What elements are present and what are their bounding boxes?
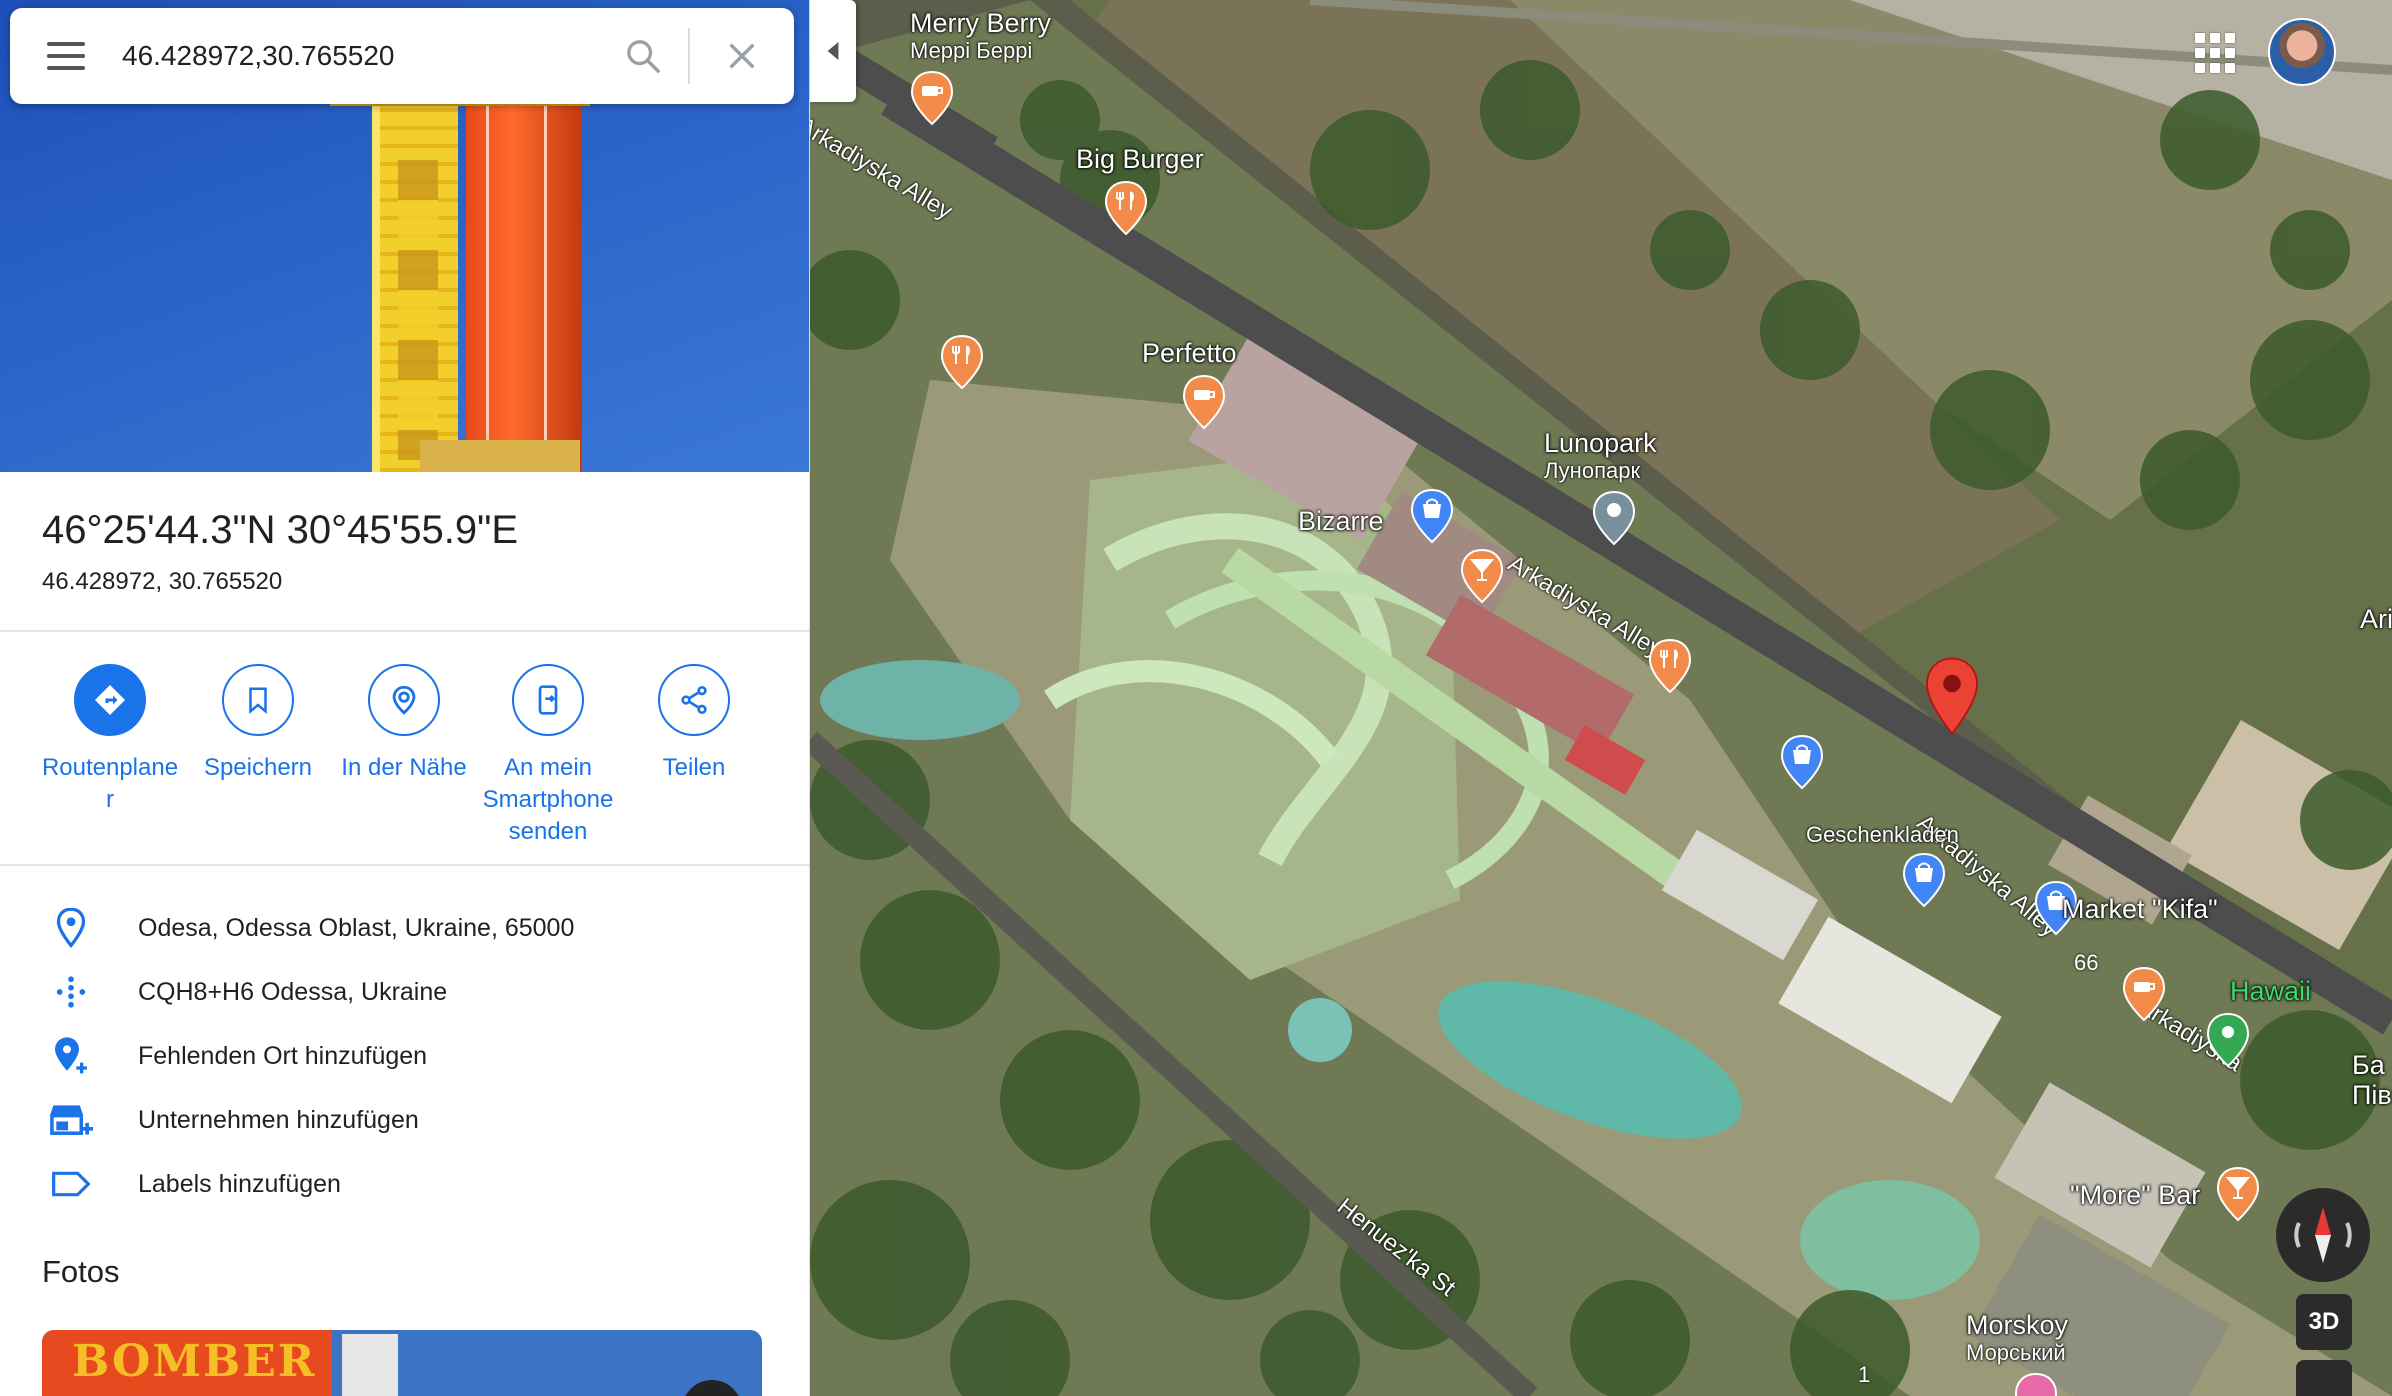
compass-icon [2294, 1207, 2352, 1263]
search-input[interactable] [122, 26, 598, 86]
satellite-map[interactable]: Arkadiyska Alley Arkadiyska Alley Arkadi… [810, 0, 2392, 1396]
photos-heading: Fotos [42, 1254, 120, 1289]
poi-ari-name[interactable]: Ari [2360, 604, 2392, 634]
poi-perfetto-name[interactable]: Perfetto [1142, 338, 1237, 368]
tower-base [420, 440, 580, 472]
poi-lunopark-sub: Лунопарк [1544, 458, 1641, 483]
bar-pin-icon[interactable] [1460, 548, 1504, 604]
menu-button[interactable] [10, 8, 122, 104]
poi-merry-berry-sub: Меррі Беррі [910, 38, 1033, 63]
house-number-1: 1 [1858, 1362, 1871, 1387]
add-labels-row[interactable]: Labels hinzufügen [0, 1152, 809, 1216]
label-icon [0, 1169, 138, 1199]
directions-label: Routenplane r [41, 754, 179, 813]
poi-more-bar-name[interactable]: "More" Bar [2070, 1180, 2200, 1210]
save-button[interactable]: Speichern [188, 664, 328, 784]
shopping-pin-icon[interactable] [1410, 488, 1454, 544]
3d-toggle-button[interactable]: 3D [2296, 1294, 2352, 1350]
restaurant-pin-icon[interactable] [1648, 638, 1692, 694]
share-button[interactable]: Teilen [624, 664, 764, 784]
directions-icon [74, 664, 146, 736]
plus-code-text: CQH8+H6 Odessa, Ukraine [138, 977, 448, 1006]
share-icon [658, 664, 730, 736]
cafe-pin-icon[interactable] [1182, 374, 1226, 430]
hotel-pin-icon[interactable] [2014, 1372, 2058, 1396]
location-pin-icon [0, 908, 138, 948]
poi-market-kifa-name[interactable]: Market "Kifa" [2062, 894, 2218, 924]
nearby-icon [368, 664, 440, 736]
photo-object [682, 1380, 742, 1396]
address-text: Odesa, Odessa Oblast, Ukraine, 65000 [138, 913, 575, 942]
add-business-row[interactable]: Unternehmen hinzufügen [0, 1088, 809, 1152]
page-title: 46°25'44.3"N 30°45'55.9"E [42, 508, 519, 552]
poi-merry-berry[interactable] [910, 70, 954, 126]
send-to-phone-button[interactable]: An mein Smartphone senden [478, 664, 618, 848]
selected-location-pin-icon[interactable] [1924, 656, 1980, 736]
add-business-icon [0, 1102, 138, 1138]
photo-thumbnail[interactable]: BOMBER [42, 1330, 762, 1396]
share-label: Teilen [662, 754, 726, 781]
add-location-icon [0, 1036, 138, 1076]
details-list: Odesa, Odessa Oblast, Ukraine, 65000 CQH… [0, 866, 809, 1198]
clear-search-button[interactable] [690, 8, 794, 104]
poi-hawaii-name[interactable]: Hawaii [2230, 976, 2311, 1006]
search-box [10, 8, 794, 104]
phone-icon [512, 664, 584, 736]
poi-morskoy-name[interactable]: Morskoy [1966, 1310, 2068, 1340]
directions-button[interactable]: Routenplane r [40, 664, 180, 816]
bookmark-icon [222, 664, 294, 736]
save-label: Speichern [203, 754, 313, 781]
close-icon [729, 43, 755, 69]
add-missing-place-row[interactable]: Fehlenden Ort hinzufügen [0, 1024, 809, 1088]
menu-icon [47, 42, 85, 70]
poi-ba-name[interactable]: Ба [2352, 1050, 2392, 1080]
nearby-button[interactable]: In der Nähe [334, 664, 474, 784]
chevron-left-icon [827, 42, 839, 60]
restaurant-pin-icon[interactable] [1104, 180, 1148, 236]
poi-geschenkladen-name[interactable]: Geschenkladen [1806, 822, 1959, 848]
poi-big-burger-name[interactable]: Big Burger [1076, 144, 1204, 174]
park-pin-icon[interactable] [2206, 1012, 2250, 1068]
restaurant-pin-icon[interactable] [940, 334, 984, 390]
shopping-pin-icon[interactable] [1780, 734, 1824, 790]
plus-code-icon [0, 975, 138, 1009]
photo-sign-text: BOMBER [72, 1336, 317, 1387]
tower-red [466, 60, 582, 472]
coordinates-section: 46°25'44.3"N 30°45'55.9"E 46.428972, 30.… [0, 472, 809, 632]
poi-morskoy-sub: Морський [1966, 1340, 2066, 1365]
poi-lunopark-name[interactable]: Lunopark [1544, 428, 1657, 458]
place-panel: 46°25'44.3"N 30°45'55.9"E 46.428972, 30.… [0, 0, 810, 1396]
cafe-pin-icon [910, 70, 954, 126]
compass-button[interactable] [2276, 1188, 2370, 1282]
poi-merry-berry-name: Merry Berry [910, 8, 1051, 38]
poi-bizarre-name[interactable]: Bizarre [1298, 506, 1384, 536]
poi-ba-sub: Пів [2352, 1080, 2392, 1110]
search-icon [627, 40, 660, 73]
address-row[interactable]: Odesa, Odessa Oblast, Ukraine, 65000 [0, 896, 809, 960]
action-buttons: Routenplane r Speichern In der Nähe An m… [0, 632, 809, 866]
photo-lamp [342, 1334, 398, 1396]
shopping-pin-icon[interactable] [1902, 852, 1946, 908]
street-view-button[interactable] [2296, 1360, 2352, 1396]
decimal-coordinates[interactable]: 46.428972, 30.765520 [42, 568, 282, 596]
add-missing-place-text: Fehlenden Ort hinzufügen [138, 1041, 428, 1070]
house-number-66: 66 [2074, 950, 2099, 975]
nearby-label: In der Nähe [341, 754, 467, 781]
send-to-phone-label: An mein Smartphone senden [482, 754, 614, 845]
cafe-pin-icon[interactable] [2122, 966, 2166, 1022]
attraction-pin-icon[interactable] [1592, 490, 1636, 546]
bar-pin-icon[interactable] [2216, 1166, 2260, 1222]
plus-code-row[interactable]: CQH8+H6 Odessa, Ukraine [0, 960, 809, 1024]
add-labels-text: Labels hinzufügen [138, 1169, 341, 1198]
avatar[interactable] [2268, 18, 2336, 86]
add-business-text: Unternehmen hinzufügen [138, 1105, 419, 1134]
search-button[interactable] [598, 8, 688, 104]
apps-button[interactable] [2190, 28, 2236, 74]
collapse-panel-button[interactable] [810, 0, 856, 102]
